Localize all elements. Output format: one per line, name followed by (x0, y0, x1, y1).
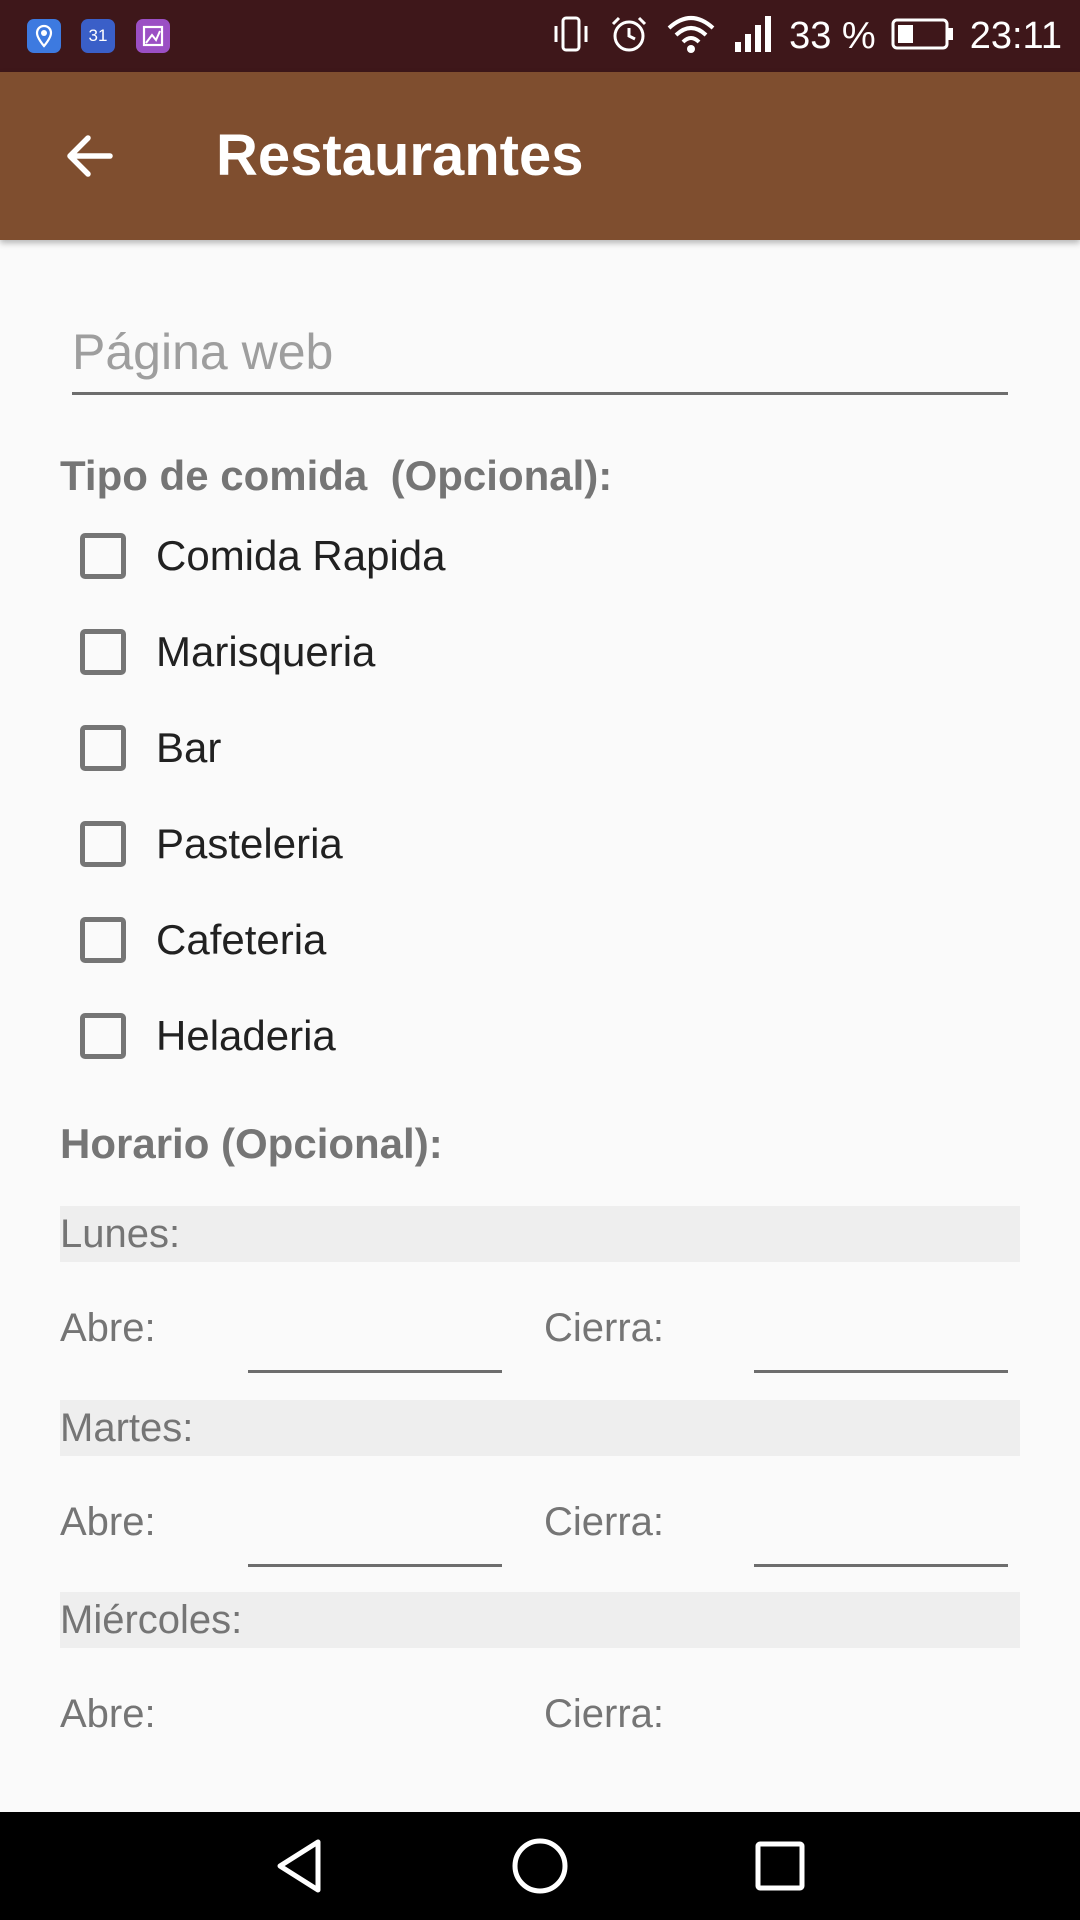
nav-home-button[interactable] (510, 1836, 570, 1896)
close-label: Cierra: (544, 1306, 665, 1350)
signal-icon (731, 12, 775, 61)
checkbox-icon[interactable] (80, 725, 126, 771)
checkbox-heladeria[interactable]: Heladeria (80, 1006, 336, 1066)
martes-close-input[interactable] (754, 1504, 1008, 1567)
checkbox-icon[interactable] (80, 1013, 126, 1059)
day-header-martes: Martes: (60, 1400, 1020, 1456)
checkbox-icon[interactable] (80, 629, 126, 675)
checkbox-label: Pasteleria (156, 820, 343, 867)
checkbox-icon[interactable] (80, 533, 126, 579)
checkbox-icon[interactable] (80, 917, 126, 963)
checkbox-marisqueria[interactable]: Marisqueria (80, 622, 375, 682)
clock: 23:11 (969, 14, 1062, 57)
home-circle-icon (512, 1838, 568, 1894)
back-button[interactable] (48, 116, 128, 196)
open-label: Abre: (60, 1500, 156, 1544)
open-label: Abre: (60, 1306, 156, 1350)
checkbox-label: Cafeteria (156, 916, 327, 963)
calendar-day: 31 (88, 26, 108, 45)
page-title: Restaurantes (216, 123, 584, 188)
martes-open-input[interactable] (248, 1504, 502, 1567)
checkbox-icon[interactable] (80, 821, 126, 867)
lunes-close-input[interactable] (754, 1310, 1008, 1373)
lunes-open-input[interactable] (248, 1310, 502, 1373)
navigation-bar (0, 1812, 1080, 1920)
food-type-label: Tipo de comida (Opcional): (60, 452, 613, 499)
close-label: Cierra: (544, 1500, 665, 1544)
wifi-icon (665, 12, 717, 61)
open-label: Abre: (60, 1692, 156, 1736)
vibrate-icon (549, 12, 593, 61)
checkbox-cafeteria[interactable]: Cafeteria (80, 910, 326, 970)
checkbox-bar[interactable]: Bar (80, 718, 221, 778)
status-indicators: 33 % 23:11 (549, 0, 1062, 72)
close-label: Cierra: (544, 1692, 665, 1736)
checkbox-label: Heladeria (156, 1012, 336, 1059)
nav-back-button[interactable] (270, 1836, 330, 1896)
gallery-icon (136, 19, 170, 53)
battery-percent: 33 % (789, 14, 876, 57)
battery-icon (890, 14, 956, 59)
maps-icon (27, 19, 61, 53)
recents-square-icon (755, 1841, 805, 1891)
calendar-icon: 31 (81, 19, 115, 53)
back-triangle-icon (277, 1839, 321, 1893)
app-bar: Restaurantes (0, 72, 1080, 240)
day-header-miercoles: Miércoles: (60, 1592, 1020, 1648)
checkbox-label: Comida Rapida (156, 532, 446, 579)
website-input[interactable] (72, 312, 1008, 395)
nav-recents-button[interactable] (750, 1836, 810, 1896)
form-scroll-area[interactable]: Tipo de comida (Opcional): Comida Rapida… (0, 240, 1080, 1812)
checkbox-pasteleria[interactable]: Pasteleria (80, 814, 343, 874)
checkbox-comida-rapida[interactable]: Comida Rapida (80, 526, 446, 586)
schedule-label: Horario (Opcional): (60, 1120, 443, 1167)
checkbox-label: Marisqueria (156, 628, 376, 675)
arrow-back-icon (67, 135, 113, 177)
alarm-icon (607, 12, 651, 61)
day-header-lunes: Lunes: (60, 1206, 1020, 1262)
status-bar: 31 33 % 23:11 (0, 0, 1080, 72)
checkbox-label: Bar (156, 724, 222, 771)
